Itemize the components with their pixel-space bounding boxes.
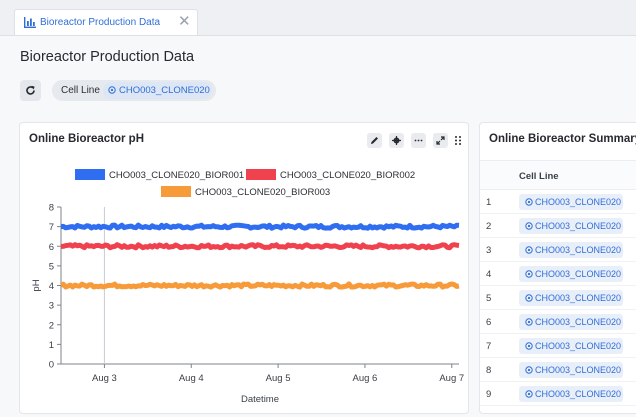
row-index: 6 [486,317,492,328]
cell-line-chip[interactable]: CHO003_CLONE020 [519,266,623,282]
legend-swatch [246,169,276,180]
summary-table-header: Cell Line [480,160,636,190]
y-tick-label: 6 [49,242,54,253]
refresh-button[interactable] [20,80,41,101]
y-tick-label: 3 [49,301,54,312]
series-line [60,222,460,231]
ph-card-title: Online Bioreactor pH [29,133,145,145]
table-row[interactable]: 8 CHO003_CLONE020 [480,358,636,382]
cell-line-chip[interactable]: CHO003_CLONE020 [519,218,623,234]
cell-line-value: CHO003_CLONE020 [535,317,622,327]
filter-label: Cell Line [61,85,100,96]
cell-icon [525,246,533,254]
cell-line-value: CHO003_CLONE020 [535,341,622,351]
expand-icon [436,136,445,145]
cell-line-value: CHO003_CLONE020 [535,221,622,231]
row-index: 9 [486,389,492,400]
table-row[interactable]: 9 CHO003_CLONE020 [480,382,636,406]
cell-line-filter[interactable]: Cell Line CHO003_CLONE020 [52,80,216,101]
y-tick-label: 0 [49,360,54,371]
x-tick-label: Aug 5 [266,373,291,384]
cell-icon [525,294,533,302]
cell-line-chip[interactable]: CHO003_CLONE020 [519,290,623,306]
cell-icon [525,390,533,398]
row-index: 7 [486,341,492,352]
cell-icon [108,86,116,94]
tab-bioreactor-production-data[interactable]: Bioreactor Production Data ✕ [14,9,198,36]
x-tick-label: Aug 4 [179,373,204,384]
column-header-cell-line: Cell Line [519,171,559,182]
y-tick-label: 2 [49,320,54,331]
cell-line-chip[interactable]: CHO003_CLONE020 [519,386,623,402]
cell-line-chip[interactable]: CHO003_CLONE020 [519,242,623,258]
legend-label: CHO003_CLONE020_BIOR001 [109,170,244,181]
table-row[interactable]: 4 CHO003_CLONE020 [480,262,636,286]
y-tick-label: 5 [49,261,54,272]
x-tick-label: Aug 7 [439,373,464,384]
cell-line-chip[interactable]: CHO003_CLONE020 [519,314,623,330]
y-axis-title: pH [31,279,42,291]
table-row[interactable]: 2 CHO003_CLONE020 [480,214,636,238]
y-tick-label: 4 [49,281,54,292]
table-row[interactable]: 5 CHO003_CLONE020 [480,286,636,310]
edit-icon [371,137,378,144]
cell-line-chip[interactable]: CHO003_CLONE020 [103,82,212,99]
table-row[interactable]: 6 CHO003_CLONE020 [480,310,636,334]
bar-chart-icon [24,17,36,28]
row-index: 1 [486,197,492,208]
cell-line-value: CHO003_CLONE020 [535,197,622,207]
row-index: 4 [486,269,492,280]
settings-button[interactable] [389,133,404,148]
series-line [60,242,460,251]
x-axis-title: Datetime [241,394,279,405]
cell-line-chip[interactable]: CHO003_CLONE020 [519,362,623,378]
cell-line-value: CHO003_CLONE020 [535,269,622,279]
cell-line-value: CHO003_CLONE020 [535,293,622,303]
close-icon[interactable]: ✕ [178,13,191,31]
table-row[interactable]: 7 CHO003_CLONE020 [480,334,636,358]
table-row[interactable]: 3 CHO003_CLONE020 [480,238,636,262]
x-tick-label: Aug 3 [92,373,117,384]
table-row[interactable]: 1 CHO003_CLONE020 [480,190,636,214]
cell-icon [525,270,533,278]
settings-icon [392,136,401,145]
cell-icon [525,318,533,326]
y-tick-label: 8 [49,203,54,214]
legend-swatch [75,169,105,180]
y-tick-label: 7 [49,222,54,233]
row-index: 3 [486,245,492,256]
legend-label: CHO003_CLONE020_BIOR002 [280,170,415,181]
series-line [59,281,460,290]
legend-label: CHO003_CLONE020_BIOR003 [195,187,330,198]
cell-icon [525,222,533,230]
row-index: 2 [486,221,492,232]
x-tick-label: Aug 6 [353,373,378,384]
summary-card-title: Online Bioreactor Summary [489,133,636,145]
tab-label: Bioreactor Production Data [40,17,161,28]
y-tick-label: 1 [49,340,54,351]
cell-line-value: CHO003_CLONE020 [535,389,622,399]
edit-button[interactable] [367,133,382,148]
summary-card: Online Bioreactor Summary Cell Line 1 CHO… [479,122,636,414]
expand-button[interactable] [433,133,448,148]
ph-line-chart: CHO003_CLONE020_BIOR001 CHO003_CLONE020_B… [31,169,464,405]
row-index: 8 [486,365,492,376]
cell-icon [525,198,533,206]
cell-line-value: CHO003_CLONE020 [119,85,210,96]
cell-line-chip[interactable]: CHO003_CLONE020 [519,194,623,210]
drag-icon[interactable] [454,133,462,148]
cell-line-chip[interactable]: CHO003_CLONE020 [519,338,623,354]
legend-swatch [161,186,191,197]
cell-line-value: CHO003_CLONE020 [535,245,622,255]
refresh-icon [26,85,35,95]
cell-icon [525,366,533,374]
cell-icon [525,342,533,350]
row-index: 5 [486,293,492,304]
more-icon [414,139,423,142]
cell-line-value: CHO003_CLONE020 [535,365,622,375]
page-title: Bioreactor Production Data [20,49,195,65]
tab-bar: Bioreactor Production Data ✕ [0,0,636,36]
ph-chart-card: Online Bioreactor pH CHO003_CLONE020_BIO… [19,122,469,414]
more-button[interactable] [411,133,426,148]
